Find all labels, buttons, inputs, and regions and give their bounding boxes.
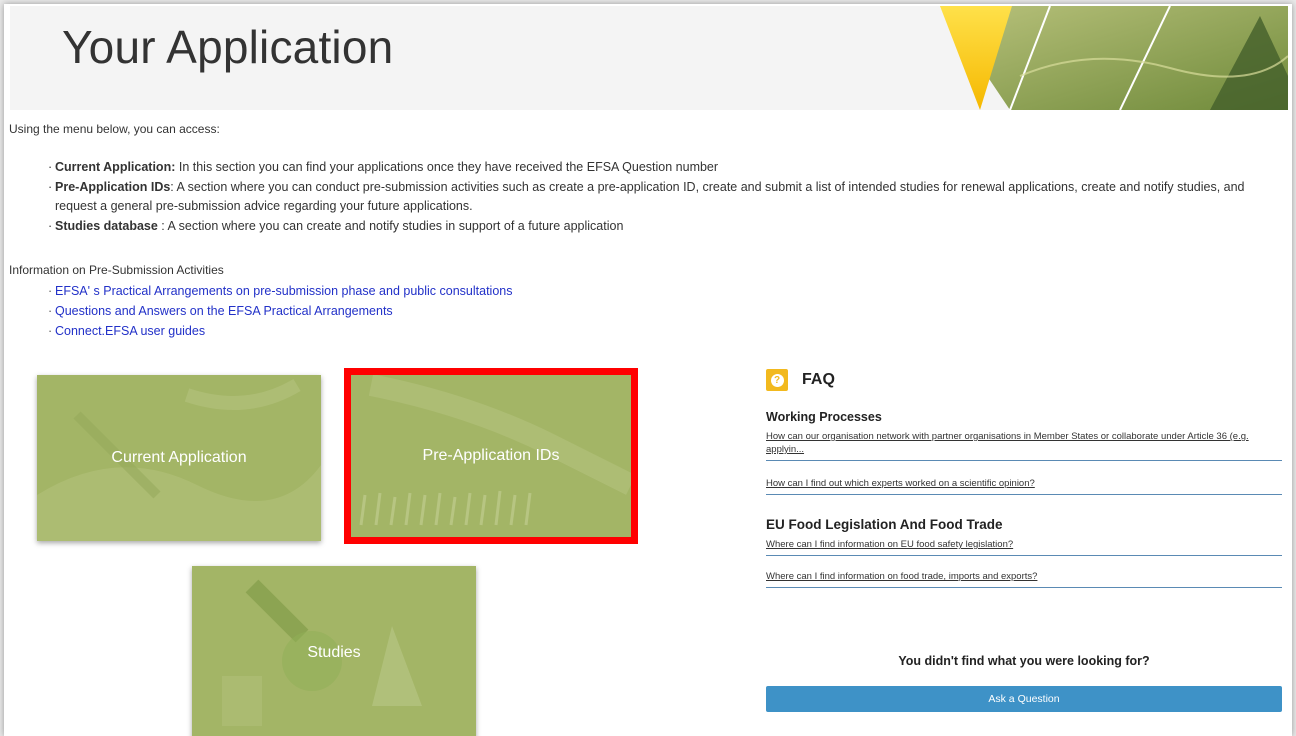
faq-category-working-processes: Working Processes bbox=[766, 410, 882, 424]
link-practical-arrangements[interactable]: EFSA' s Practical Arrangements on pre-su… bbox=[48, 281, 512, 301]
menu-description-list: Current Application: In this section you… bbox=[48, 158, 1274, 237]
faq-category-food-legislation: EU Food Legislation And Food Trade bbox=[766, 517, 1003, 532]
info-title: Information on Pre-Submission Activities bbox=[9, 263, 224, 277]
faq-header: ? FAQ bbox=[766, 366, 1282, 394]
faq-question[interactable]: How can I find out which experts worked … bbox=[766, 471, 1282, 495]
page-title: Your Application bbox=[62, 21, 394, 73]
tile-label: Current Application bbox=[111, 449, 247, 466]
hero-banner: Your Application bbox=[10, 6, 1288, 110]
info-links: EFSA' s Practical Arrangements on pre-su… bbox=[48, 281, 512, 341]
faq-question[interactable]: Where can I find information on food tra… bbox=[766, 564, 1282, 588]
page: Your Application Using the menu below, y… bbox=[4, 4, 1292, 736]
tile-current-application[interactable]: Current Application bbox=[37, 375, 321, 541]
bullet-current-application: Current Application: In this section you… bbox=[48, 158, 1274, 178]
faq-title: FAQ bbox=[802, 371, 835, 388]
question-mark-icon: ? bbox=[766, 369, 788, 391]
faq-panel: ? FAQ Working Processes How can our orga… bbox=[766, 366, 1282, 712]
tile-pre-application-ids[interactable]: Pre-Application IDs bbox=[344, 368, 638, 544]
bullet-pre-application: Pre-Application IDs: A section where you… bbox=[48, 178, 1274, 217]
link-questions-answers[interactable]: Questions and Answers on the EFSA Practi… bbox=[48, 301, 512, 321]
bullet-studies-database: Studies database : A section where you c… bbox=[48, 217, 1274, 237]
faq-question[interactable]: How can our organisation network with pa… bbox=[766, 424, 1282, 461]
link-user-guides[interactable]: Connect.EFSA user guides bbox=[48, 321, 512, 341]
intro-text: Using the menu below, you can access: bbox=[9, 122, 220, 136]
hero-decoration bbox=[940, 6, 1288, 110]
not-found-text: You didn't find what you were looking fo… bbox=[898, 654, 1150, 668]
ask-question-button[interactable]: Ask a Question bbox=[766, 686, 1282, 712]
faq-question[interactable]: Where can I find information on EU food … bbox=[766, 532, 1282, 556]
tile-label: Studies bbox=[307, 644, 361, 661]
tile-studies[interactable]: Studies bbox=[192, 566, 476, 736]
tile-label: Pre-Application IDs bbox=[422, 447, 560, 464]
